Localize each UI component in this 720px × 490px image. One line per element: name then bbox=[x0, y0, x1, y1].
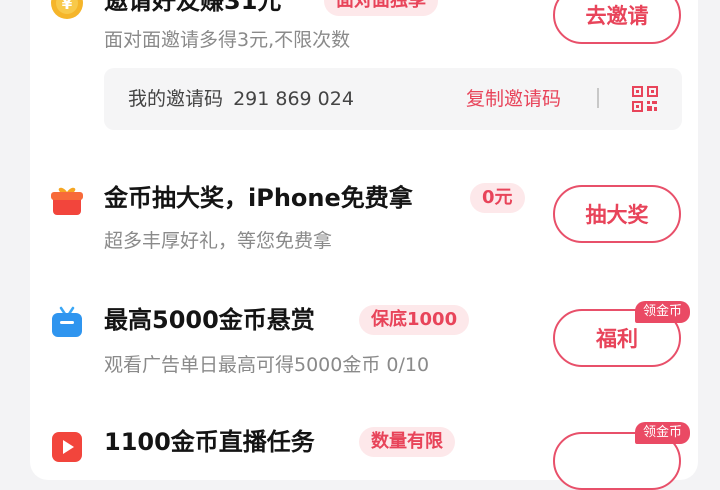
coin-icon: ¥ bbox=[51, 0, 83, 19]
qr-code-icon[interactable] bbox=[632, 86, 658, 112]
task-subtitle: 面对面邀请多得3元,不限次数 bbox=[104, 29, 351, 51]
invite-code-label: 我的邀请码 bbox=[128, 88, 224, 110]
lottery-button[interactable]: 抽大奖 bbox=[553, 185, 681, 243]
invite-code-panel: 我的邀请码 291 869 024 复制邀请码 bbox=[104, 68, 682, 130]
copy-invite-code-link[interactable]: 复制邀请码 bbox=[466, 86, 561, 112]
invite-code-value: 291 869 024 bbox=[233, 88, 354, 110]
gift-box-icon bbox=[51, 187, 83, 215]
tv-icon bbox=[52, 306, 82, 337]
task-badge: 面对面独享 bbox=[324, 0, 438, 16]
svg-text:¥: ¥ bbox=[62, 0, 73, 13]
task-subtitle: 观看广告单日最高可得5000金币 0/10 bbox=[104, 354, 430, 376]
task-badge: 数量有限 bbox=[359, 427, 455, 457]
invite-button[interactable]: 去邀请 bbox=[553, 0, 681, 44]
task-title: 邀请好友赚31元 bbox=[104, 0, 282, 15]
earn-coins-tag: 领金币 bbox=[635, 422, 691, 444]
task-title: 最高5000金币悬赏 bbox=[104, 306, 315, 334]
invite-code-display: 我的邀请码 291 869 024 bbox=[128, 86, 354, 112]
task-title: 1100金币直播任务 bbox=[104, 428, 315, 456]
task-badge: 保底1000 bbox=[359, 305, 470, 335]
task-subtitle: 超多丰厚好礼，等您免费拿 bbox=[104, 230, 333, 252]
task-badge: 0元 bbox=[470, 183, 525, 213]
separator bbox=[597, 88, 599, 108]
task-title: 金币抽大奖，iPhone免费拿 bbox=[104, 184, 413, 212]
earn-coins-tag: 领金币 bbox=[635, 301, 691, 323]
live-play-icon bbox=[52, 432, 82, 462]
